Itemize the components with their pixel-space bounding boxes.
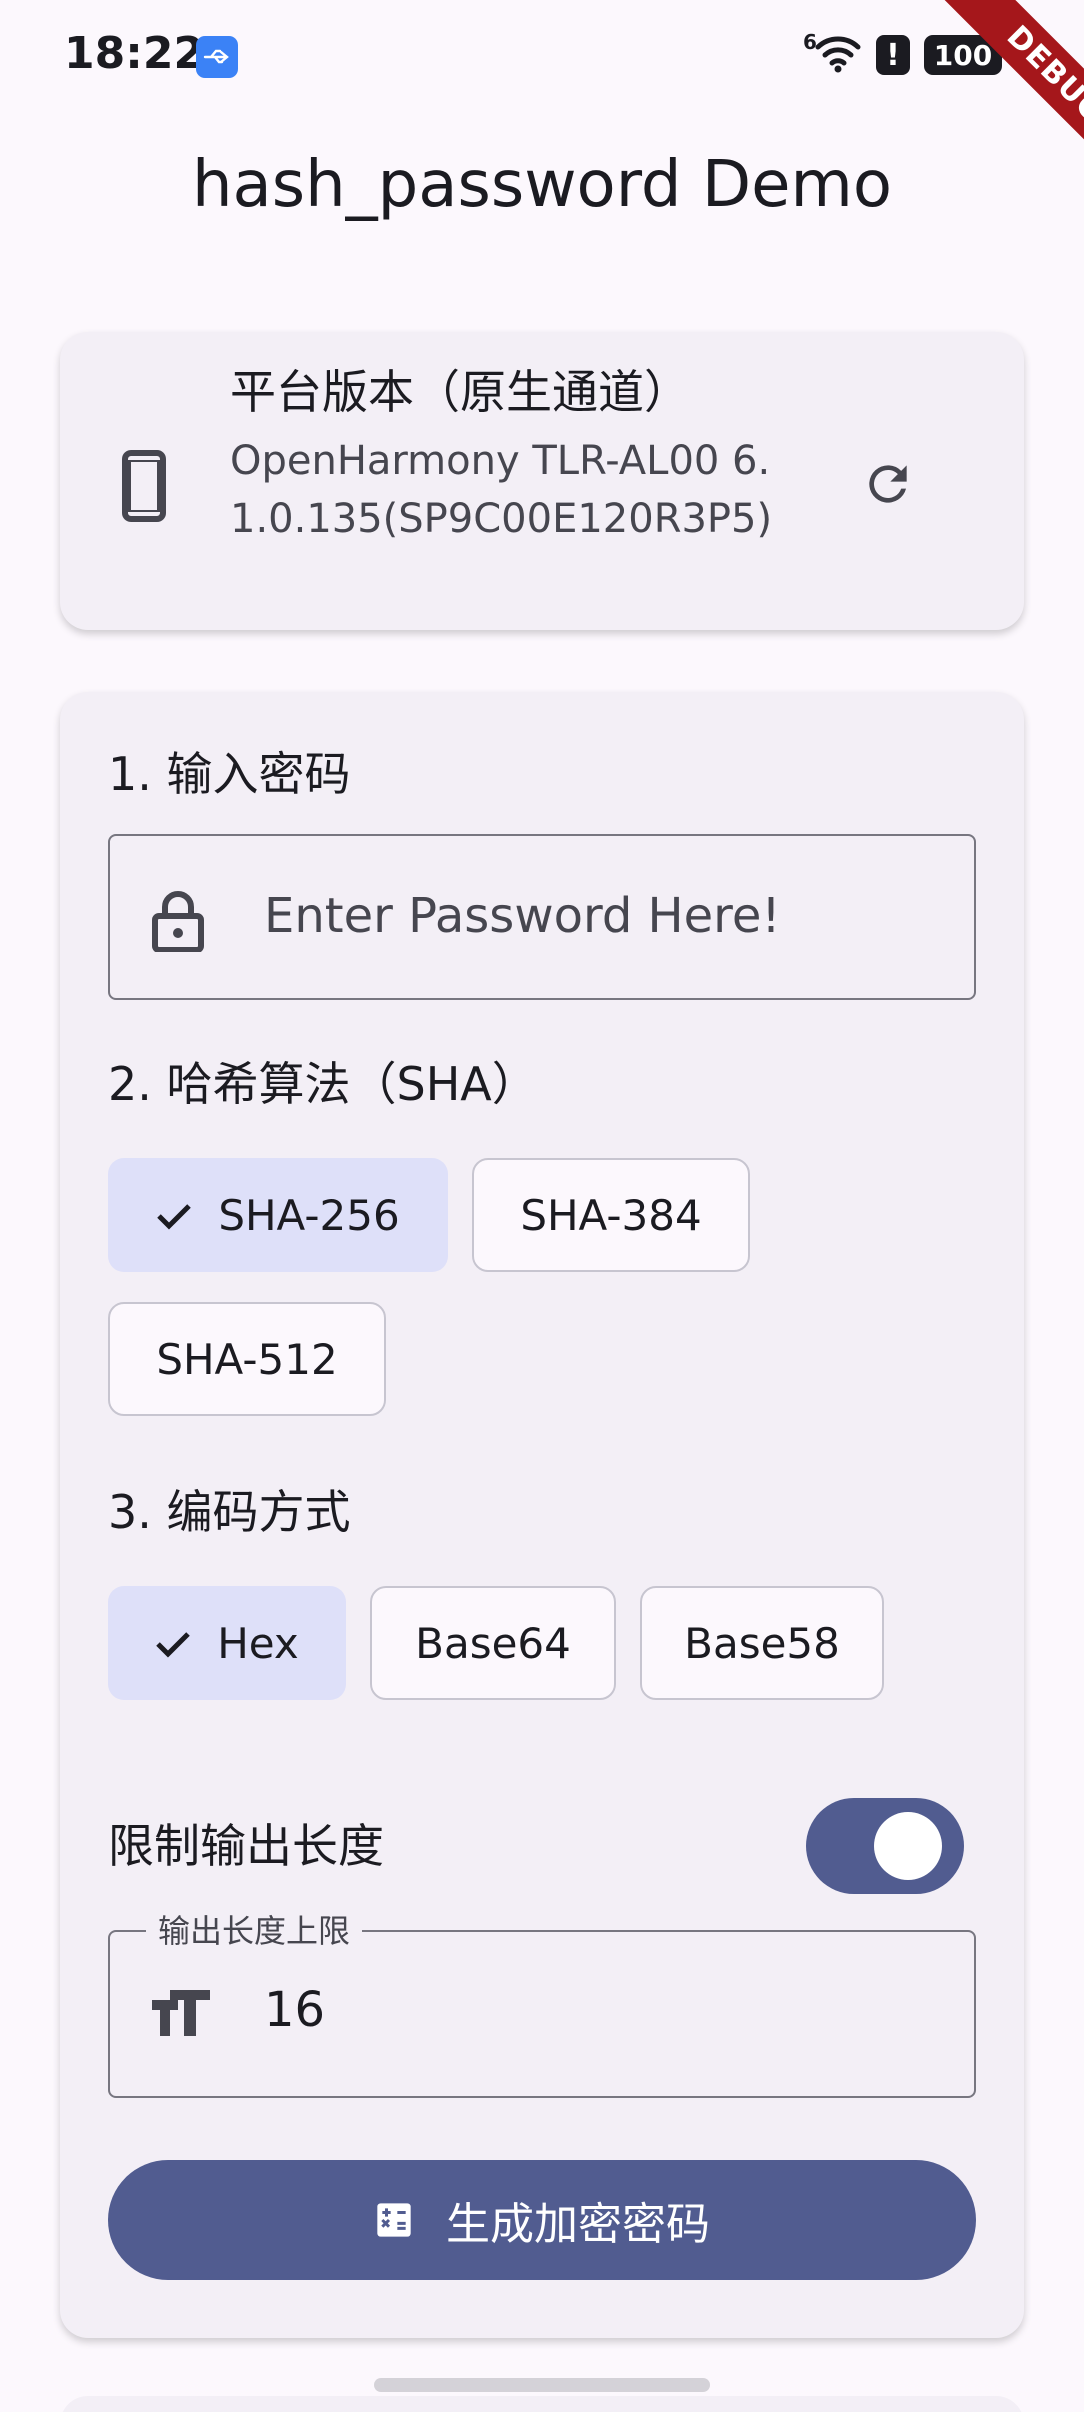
page-title: hash_password Demo [191, 148, 893, 222]
wifi-icon [814, 33, 862, 77]
password-placeholder: Enter Password Here! [264, 888, 781, 944]
platform-version-title: 平台版本（原生通道） [230, 365, 690, 419]
encoding-section-label: 3. 编码方式 [108, 1485, 351, 1539]
generate-button[interactable]: 生成加密密码 [108, 2160, 976, 2280]
check-icon [156, 1191, 192, 1240]
chip-label: Base64 [415, 1618, 571, 1668]
chip-label: SHA-384 [520, 1190, 702, 1240]
phone-icon [122, 450, 166, 526]
home-indicator[interactable] [374, 2378, 710, 2392]
chip-base64[interactable]: Base64 [370, 1586, 616, 1700]
chip-sha-512[interactable]: SHA-512 [108, 1302, 386, 1416]
chip-sha-256[interactable]: SHA-256 [108, 1158, 448, 1272]
length-limit-input[interactable]: 输出长度上限 16 [108, 1906, 976, 2098]
limit-length-switch[interactable] [806, 1798, 964, 1894]
refresh-button[interactable] [846, 444, 930, 528]
chip-label: Base58 [684, 1618, 840, 1668]
result-card-partial [60, 2396, 1024, 2412]
refresh-icon [860, 456, 916, 516]
usb-icon [196, 36, 238, 78]
chip-base58[interactable]: Base58 [640, 1586, 884, 1700]
status-bar: 18:22 6 ! 100 [0, 0, 1084, 110]
status-time: 18:22 [64, 28, 205, 79]
algorithm-section-label: 2. 哈希算法（SHA） [108, 1057, 538, 1111]
lock-icon [152, 890, 204, 956]
chip-label: Hex [217, 1618, 299, 1668]
alert-icon: ! [876, 35, 910, 75]
password-input[interactable]: Enter Password Here! [108, 834, 976, 1000]
generate-button-label: 生成加密密码 [446, 2199, 710, 2250]
limit-length-label: 限制输出长度 [108, 1819, 384, 1873]
calculate-icon [374, 2200, 414, 2240]
hash-form-card: 1. 输入密码 Enter Password Here! 2. 哈希算法（SHA… [60, 692, 1024, 2338]
password-section-label: 1. 输入密码 [108, 747, 351, 801]
switch-thumb [874, 1812, 942, 1880]
platform-version-card: 平台版本（原生通道） OpenHarmony TLR-AL00 6.1.0.13… [60, 332, 1024, 630]
chip-label: SHA-256 [218, 1190, 400, 1240]
chip-sha-384[interactable]: SHA-384 [472, 1158, 750, 1272]
text-size-icon [150, 1988, 212, 2042]
check-icon [155, 1619, 191, 1668]
platform-version-value: OpenHarmony TLR-AL00 6.1.0.135(SP9C00E12… [230, 438, 773, 542]
chip-label: SHA-512 [156, 1334, 338, 1384]
length-field-label: 输出长度上限 [146, 1906, 363, 1952]
length-value: 16 [264, 1982, 326, 2038]
chip-hex[interactable]: Hex [108, 1586, 346, 1700]
battery-level: 100 [933, 38, 993, 72]
